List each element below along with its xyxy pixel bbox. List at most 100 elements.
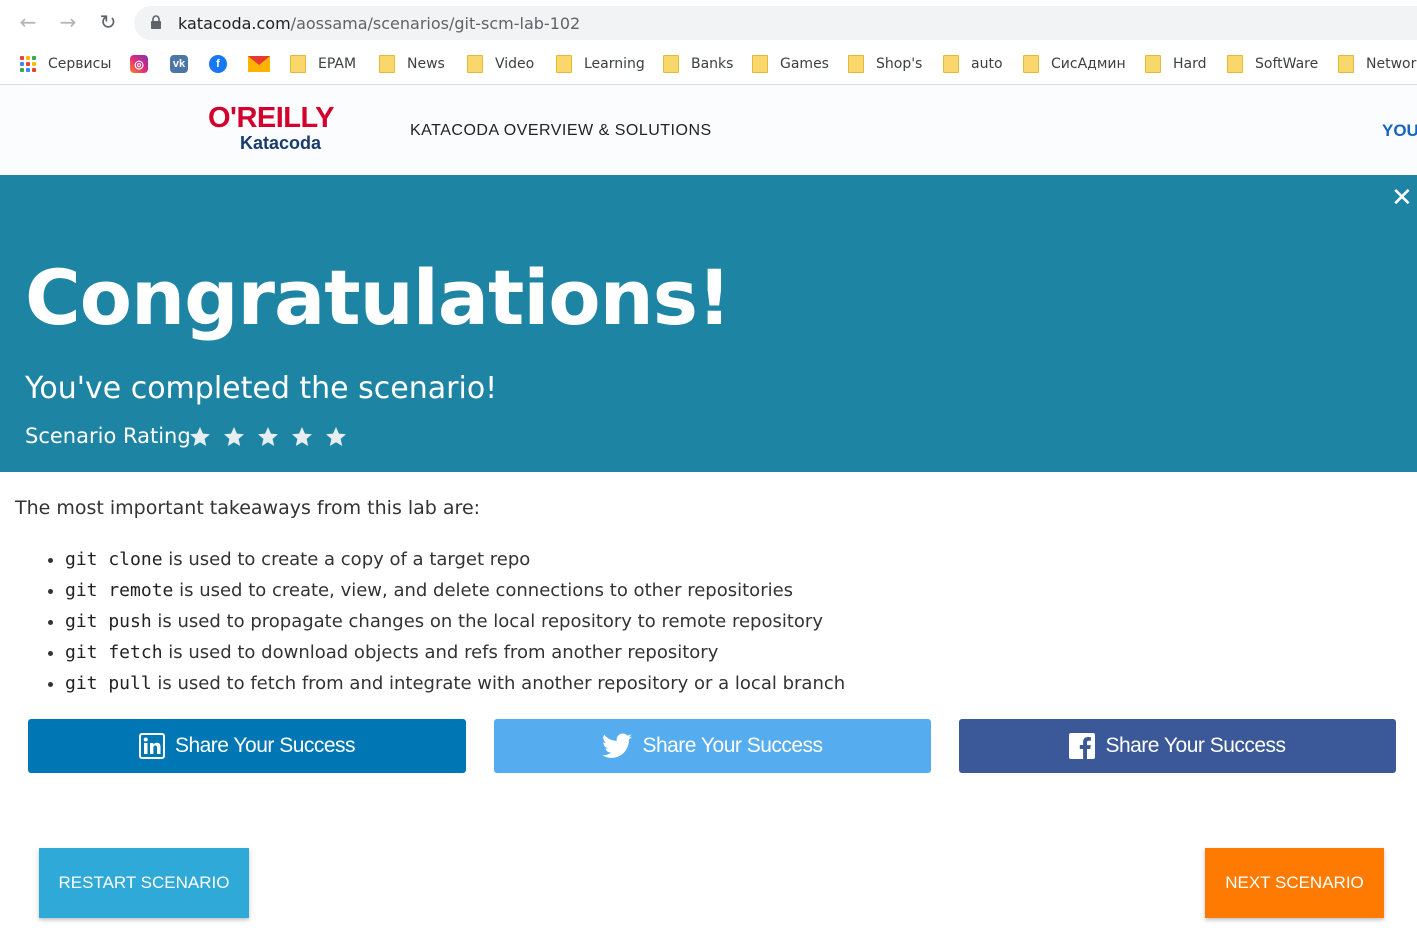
share-facebook-button[interactable]: Share Your Success: [959, 719, 1396, 773]
bookmark-folder-7[interactable]: auto: [931, 54, 1003, 74]
linkedin-icon: [138, 733, 165, 759]
list-item: git remote is used to create, view, and …: [65, 576, 845, 607]
share-label: Share Your Success: [1105, 734, 1286, 757]
vk-icon: vk: [170, 55, 188, 73]
next-scenario-button[interactable]: NEXT SCENARIO: [1205, 848, 1384, 918]
git-command: git clone: [65, 549, 163, 570]
folder-icon: [467, 55, 483, 73]
list-item: git clone is used to create a copy of a …: [65, 545, 845, 576]
bookmark-folder-10[interactable]: SoftWare: [1215, 54, 1318, 74]
apps-grid-icon: [20, 56, 36, 72]
list-item: git push is used to propagate changes on…: [65, 607, 845, 638]
banner-subtitle: You've completed the scenario!: [25, 371, 498, 406]
bookmark-label: Learning: [584, 56, 645, 72]
item-text: is used to download objects and refs fro…: [162, 642, 719, 663]
facebook-icon: f: [209, 55, 227, 73]
bookmark-instagram[interactable]: ◎: [130, 54, 148, 74]
rating-label: Scenario Rating: [25, 424, 191, 448]
mail-icon: [248, 56, 270, 72]
rating-stars: [188, 425, 348, 449]
url-text: katacoda.com/aossama/scenarios/git-scm-l…: [178, 14, 580, 33]
share-label: Share Your Success: [642, 734, 823, 757]
instagram-icon: ◎: [130, 55, 148, 73]
takeaways-intro: The most important takeaways from this l…: [15, 497, 481, 519]
folder-icon: [1023, 55, 1039, 73]
bookmark-folder-8[interactable]: СисАдмин: [1011, 54, 1126, 74]
git-command: git pull: [65, 673, 152, 694]
logo-oreilly: O'REILLY: [208, 102, 334, 134]
git-command: git fetch: [65, 642, 163, 663]
list-item: git fetch is used to download objects an…: [65, 638, 845, 669]
bookmark-label: Games: [780, 56, 829, 72]
bookmark-label: Сервисы: [48, 56, 112, 72]
bookmark-folder-4[interactable]: Banks: [651, 54, 733, 74]
folder-icon: [848, 55, 864, 73]
folder-icon: [1145, 55, 1161, 73]
congratulations-banner: ✕ Congratulations! You've completed the …: [0, 175, 1417, 472]
logo-katacoda: Katacoda: [240, 133, 322, 153]
nav-user-link[interactable]: YOU: [1382, 121, 1417, 141]
bookmark-label: Video: [495, 56, 535, 72]
bookmark-apps[interactable]: Сервисы: [20, 54, 111, 74]
oreilly-katacoda-logo[interactable]: O'REILLY Katacoda: [208, 103, 334, 153]
item-text: is used to create a copy of a target rep…: [162, 549, 531, 570]
item-text: is used to fetch from and integrate with…: [151, 673, 846, 694]
git-command: git push: [65, 611, 152, 632]
address-bar[interactable]: katacoda.com/aossama/scenarios/git-scm-l…: [134, 6, 1417, 40]
bookmark-folder-0[interactable]: EPAM: [278, 54, 356, 74]
bookmark-label: auto: [971, 56, 1003, 72]
folder-icon: [290, 55, 306, 73]
star-icon[interactable]: [290, 425, 314, 449]
folder-icon: [556, 55, 572, 73]
bookmark-folder-2[interactable]: Video: [455, 54, 534, 74]
forward-arrow-icon[interactable]: →: [56, 10, 80, 34]
folder-icon: [943, 55, 959, 73]
bookmark-label: EPAM: [318, 56, 357, 72]
git-command: git remote: [65, 580, 174, 601]
bookmark-label: СисАдмин: [1051, 56, 1126, 72]
folder-icon: [752, 55, 768, 73]
bookmark-folder-6[interactable]: Shop's: [836, 54, 922, 74]
reload-icon[interactable]: ↻: [96, 10, 120, 34]
url-host: katacoda.com: [178, 14, 291, 33]
star-icon[interactable]: [222, 425, 246, 449]
bookmark-folder-11[interactable]: Networ: [1326, 54, 1416, 74]
star-icon[interactable]: [324, 425, 348, 449]
facebook-icon: [1069, 733, 1096, 759]
folder-icon: [1227, 55, 1243, 73]
bookmark-folder-9[interactable]: Hard: [1133, 54, 1207, 74]
url-path: /aossama/scenarios/git-scm-lab-102: [290, 14, 581, 33]
bookmark-folder-3[interactable]: Learning: [544, 54, 645, 74]
lock-icon: [151, 15, 161, 29]
star-icon[interactable]: [256, 425, 280, 449]
banner-title: Congratulations!: [25, 253, 732, 342]
bookmark-label: Banks: [691, 56, 734, 72]
bookmark-facebook[interactable]: f: [209, 54, 227, 74]
nav-overview-link[interactable]: KATACODA OVERVIEW & SOLUTIONS: [410, 122, 712, 140]
bookmark-folder-5[interactable]: Games: [740, 54, 829, 74]
site-header: O'REILLY Katacoda KATACODA OVERVIEW & SO…: [0, 85, 1417, 174]
item-text: is used to create, view, and delete conn…: [173, 580, 794, 601]
restart-scenario-button[interactable]: RESTART SCENARIO: [39, 848, 249, 918]
bookmark-folder-1[interactable]: News: [367, 54, 445, 74]
star-icon[interactable]: [188, 425, 212, 449]
folder-icon: [379, 55, 395, 73]
close-icon[interactable]: ✕: [1391, 183, 1413, 213]
bookmark-label: Networ: [1366, 56, 1417, 72]
item-text: is used to propagate changes on the loca…: [151, 611, 823, 632]
bookmark-label: News: [407, 56, 445, 72]
browser-toolbar: ← → ↻ katacoda.com/aossama/scenarios/git…: [0, 0, 1417, 44]
share-twitter-button[interactable]: Share Your Success: [494, 719, 931, 773]
bookmark-mail[interactable]: [248, 54, 270, 74]
share-label: Share Your Success: [174, 734, 356, 757]
folder-icon: [663, 55, 679, 73]
twitter-icon: [602, 733, 633, 758]
bookmark-label: Hard: [1173, 56, 1207, 72]
takeaways-list: git clone is used to create a copy of a …: [40, 545, 845, 700]
bookmarks-bar: Сервисы ◎ vk f EPAM News Video Learning …: [0, 44, 1417, 85]
share-linkedin-button[interactable]: Share Your Success: [28, 719, 466, 773]
folder-icon: [1338, 55, 1354, 73]
bookmark-vk[interactable]: vk: [170, 54, 188, 74]
back-arrow-icon[interactable]: ←: [16, 10, 40, 34]
bookmark-label: Shop's: [876, 56, 923, 72]
